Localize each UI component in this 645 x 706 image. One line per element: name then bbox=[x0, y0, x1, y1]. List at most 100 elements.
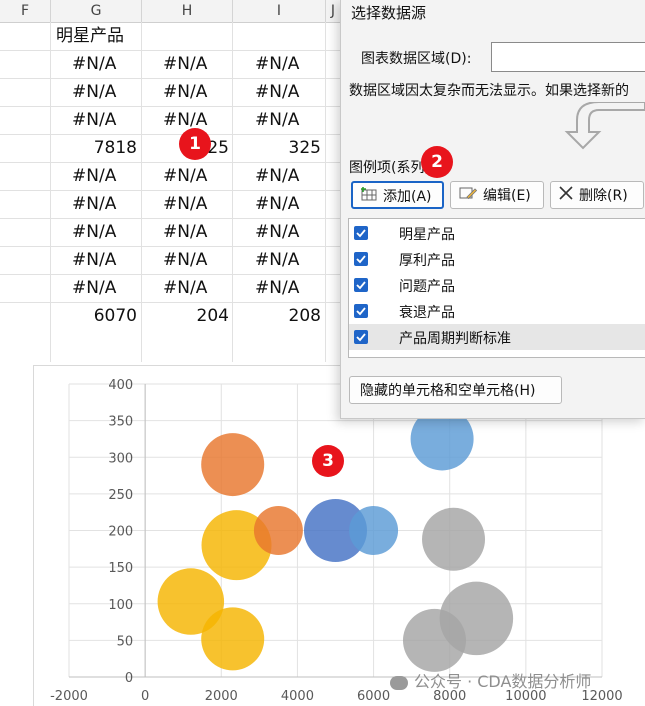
row-gridline bbox=[0, 134, 340, 135]
range-label: 图表数据区域(D): bbox=[361, 51, 472, 67]
hidden-empty-cells-button[interactable]: 隐藏的单元格和空单元格(H) bbox=[349, 376, 562, 404]
data-cell[interactable]: #N/A bbox=[72, 274, 116, 302]
data-cell[interactable]: #N/A bbox=[163, 162, 207, 190]
data-cell[interactable]: 6070 bbox=[94, 302, 137, 330]
hidden-empty-cells-label: 隐藏的单元格和空单元格(H) bbox=[360, 383, 536, 399]
data-cell[interactable]: #N/A bbox=[255, 218, 299, 246]
series-checkbox[interactable] bbox=[354, 278, 368, 292]
range-input[interactable] bbox=[491, 42, 645, 72]
series-item[interactable]: 厚利产品 bbox=[349, 246, 645, 272]
data-cell[interactable]: #N/A bbox=[255, 246, 299, 274]
row-gridline bbox=[0, 106, 340, 107]
y-tick-label: 200 bbox=[108, 525, 133, 540]
x-tick-label: -2000 bbox=[50, 689, 88, 704]
column-header-f[interactable]: F bbox=[0, 0, 51, 23]
row-gridline bbox=[0, 274, 340, 275]
data-cell[interactable]: #N/A bbox=[163, 246, 207, 274]
info-text: 数据区域因太复杂而无法显示。如果选择新的 bbox=[349, 83, 629, 99]
series-item[interactable]: 产品周期判断标准 bbox=[349, 324, 645, 350]
y-tick-label: 250 bbox=[108, 488, 133, 503]
edit-series-label: 编辑(E) bbox=[483, 188, 531, 204]
header-cell[interactable]: 明星产品 bbox=[56, 22, 124, 50]
data-cell[interactable]: #N/A bbox=[72, 218, 116, 246]
data-cell[interactable]: #N/A bbox=[255, 162, 299, 190]
dialog-title: 选择数据源 bbox=[351, 4, 427, 22]
data-cell[interactable]: #N/A bbox=[163, 274, 207, 302]
data-cell[interactable]: #N/A bbox=[72, 78, 116, 106]
data-cell[interactable]: #N/A bbox=[255, 50, 299, 78]
close-icon bbox=[559, 182, 573, 210]
data-cell[interactable]: #N/A bbox=[255, 190, 299, 218]
legend-entries-label: 图例项(系列) bbox=[349, 160, 430, 176]
watermark-text: 公众号 · CDA数据分析师 bbox=[414, 672, 592, 691]
y-tick-label: 150 bbox=[108, 561, 133, 576]
data-cell[interactable]: #N/A bbox=[255, 274, 299, 302]
series-name: 厚利产品 bbox=[399, 253, 455, 269]
select-data-source-dialog: 选择数据源 图表数据区域(D): 数据区域因太复杂而无法显示。如果选择新的 图例… bbox=[340, 0, 645, 419]
bubble bbox=[253, 506, 303, 555]
data-cell[interactable]: #N/A bbox=[163, 218, 207, 246]
bubble bbox=[402, 608, 466, 672]
data-cell[interactable]: #N/A bbox=[163, 50, 207, 78]
watermark: 公众号 · CDA数据分析师 bbox=[390, 668, 591, 692]
wechat-icon bbox=[390, 675, 408, 690]
series-item[interactable]: 问题产品 bbox=[349, 272, 645, 298]
data-cell[interactable]: 208 bbox=[289, 302, 321, 330]
series-item[interactable]: 明星产品 bbox=[349, 220, 645, 246]
x-tick-label: 4000 bbox=[281, 689, 314, 704]
column-header-h[interactable]: H bbox=[142, 0, 233, 23]
edit-icon bbox=[459, 182, 478, 210]
delete-series-button[interactable]: 删除(R) bbox=[550, 181, 644, 209]
column-header-i[interactable]: I bbox=[233, 0, 326, 23]
annotation-badge-1: 1 bbox=[179, 128, 211, 160]
y-tick-label: 400 bbox=[108, 378, 133, 393]
data-cell[interactable]: #N/A bbox=[72, 246, 116, 274]
series-name: 问题产品 bbox=[399, 279, 455, 295]
y-tick-label: 300 bbox=[108, 451, 133, 466]
x-tick-label: 2000 bbox=[205, 689, 238, 704]
series-checkbox[interactable] bbox=[354, 226, 368, 240]
data-cell[interactable]: #N/A bbox=[72, 190, 116, 218]
column-header-j[interactable]: J bbox=[326, 0, 341, 23]
switch-row-column-arrow-icon bbox=[564, 102, 645, 150]
bubble bbox=[422, 507, 486, 571]
row-gridline bbox=[0, 78, 340, 79]
data-cell[interactable]: #N/A bbox=[255, 106, 299, 134]
series-name: 产品周期判断标准 bbox=[399, 331, 511, 347]
series-item[interactable]: 衰退产品 bbox=[349, 298, 645, 324]
annotation-badge-2: 2 bbox=[421, 146, 453, 178]
x-tick-label: 0 bbox=[141, 689, 149, 704]
series-checkbox[interactable] bbox=[354, 304, 368, 318]
data-cell[interactable]: #N/A bbox=[72, 162, 116, 190]
y-tick-label: 100 bbox=[108, 598, 133, 613]
data-cell[interactable]: 204 bbox=[197, 302, 229, 330]
column-header-g[interactable]: G bbox=[51, 0, 142, 23]
x-tick-label: 6000 bbox=[357, 689, 390, 704]
delete-series-label: 删除(R) bbox=[579, 188, 628, 204]
row-gridline bbox=[0, 190, 340, 191]
bubble bbox=[201, 433, 265, 497]
data-cell[interactable]: #N/A bbox=[163, 190, 207, 218]
edit-series-button[interactable]: 编辑(E) bbox=[450, 181, 544, 209]
data-cell[interactable]: #N/A bbox=[72, 106, 116, 134]
series-name: 衰退产品 bbox=[399, 305, 455, 321]
data-cell[interactable]: 25 bbox=[207, 134, 229, 162]
data-cell[interactable]: 7818 bbox=[94, 134, 137, 162]
y-tick-label: 0 bbox=[125, 671, 133, 686]
row-gridline bbox=[0, 246, 340, 247]
data-cell[interactable]: #N/A bbox=[255, 78, 299, 106]
add-series-button[interactable]: 添加(A) bbox=[351, 181, 444, 209]
series-name: 明星产品 bbox=[399, 227, 455, 243]
data-cell[interactable]: #N/A bbox=[72, 50, 116, 78]
y-tick-label: 50 bbox=[117, 634, 134, 649]
series-checkbox[interactable] bbox=[354, 252, 368, 266]
data-cell[interactable]: #N/A bbox=[163, 78, 207, 106]
bubble bbox=[349, 506, 399, 555]
series-checkbox[interactable] bbox=[354, 330, 368, 344]
add-table-icon bbox=[361, 183, 377, 211]
bubble bbox=[201, 607, 265, 671]
series-list[interactable]: 明星产品 厚利产品 问题产品 衰退产品 产品周期判断标准 bbox=[348, 218, 645, 358]
annotation-badge-3: 3 bbox=[312, 445, 344, 477]
row-gridline bbox=[0, 302, 340, 303]
data-cell[interactable]: 325 bbox=[289, 134, 321, 162]
